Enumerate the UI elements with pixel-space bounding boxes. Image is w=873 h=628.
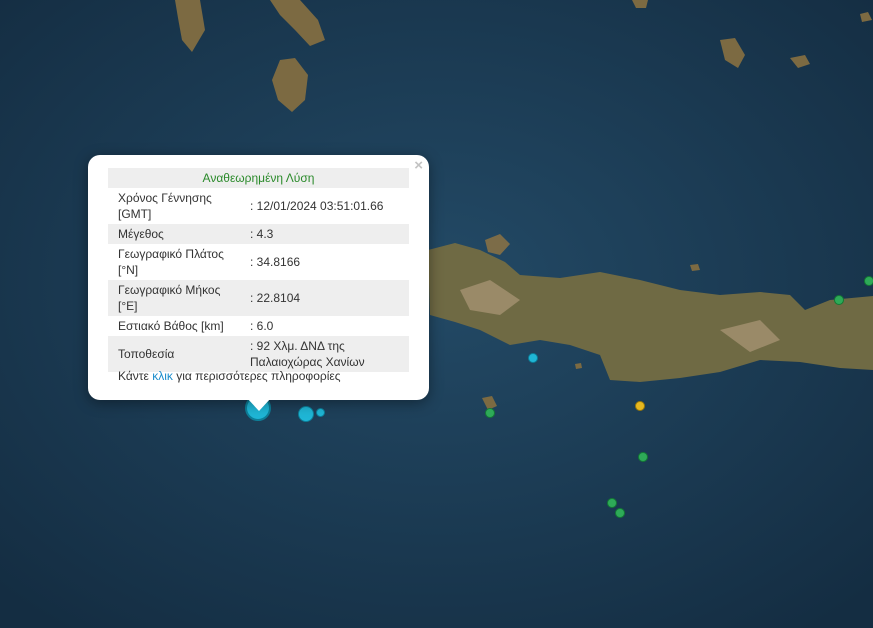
detail-value: : 92 Χλμ. ΔΝΔ της Παλαιοχώρας Χανίων <box>250 339 365 369</box>
detail-label: Γεωγραφικό Μήκος [°E] <box>118 283 221 313</box>
quake-marker-green[interactable] <box>615 508 625 518</box>
detail-row-origin-time: Χρόνος Γέννησης [GMT] : 12/01/2024 03:51… <box>108 188 409 224</box>
quake-marker-green[interactable] <box>834 295 844 305</box>
detail-value: : 34.8166 <box>250 255 301 269</box>
detail-value: : 4.3 <box>250 227 274 241</box>
popup-title: Αναθεωρημένη Λύση <box>108 168 409 188</box>
more-info-suffix: για περισσότερες πληροφορίες <box>172 369 341 383</box>
earthquake-details-table: Χρόνος Γέννησης [GMT] : 12/01/2024 03:51… <box>108 188 409 372</box>
quake-marker-cyan[interactable] <box>528 353 538 363</box>
detail-row-depth: Εστιακό Βάθος [km] : 6.0 <box>108 316 409 336</box>
more-info-link[interactable]: κλικ <box>152 369 173 383</box>
detail-value: : 12/01/2024 03:51:01.66 <box>250 199 384 213</box>
detail-label: Χρόνος Γέννησης [GMT] <box>118 191 212 221</box>
quake-marker-yellow[interactable] <box>635 401 645 411</box>
detail-row-longitude: Γεωγραφικό Μήκος [°E] : 22.8104 <box>108 280 409 316</box>
detail-label: Εστιακό Βάθος [km] <box>118 319 224 333</box>
quake-marker-green[interactable] <box>485 408 495 418</box>
close-icon[interactable]: × <box>414 158 423 174</box>
quake-marker-green[interactable] <box>864 276 873 286</box>
quake-marker-green[interactable] <box>607 498 617 508</box>
popup-pointer <box>247 398 271 411</box>
quake-marker-cyan[interactable] <box>316 408 325 417</box>
more-info-text: Κάντε κλικ για περισσότερες πληροφορίες <box>118 369 341 383</box>
more-info-prefix: Κάντε <box>118 369 153 383</box>
detail-label: Μέγεθος <box>118 227 164 241</box>
detail-row-latitude: Γεωγραφικό Πλάτος [°N] : 34.8166 <box>108 244 409 280</box>
detail-row-magnitude: Μέγεθος : 4.3 <box>108 224 409 244</box>
detail-row-location: Τοποθεσία : 92 Χλμ. ΔΝΔ της Παλαιοχώρας … <box>108 336 409 372</box>
islet-2 <box>575 363 582 369</box>
quake-marker-green[interactable] <box>638 452 648 462</box>
detail-value: : 22.8104 <box>250 291 301 305</box>
detail-label: Γεωγραφικό Πλάτος [°N] <box>118 247 224 277</box>
quake-marker-cyan[interactable] <box>298 406 314 422</box>
earthquake-info-popup: × Αναθεωρημένη Λύση Χρόνος Γέννησης [GMT… <box>88 155 429 400</box>
detail-label: Τοποθεσία <box>118 347 175 361</box>
detail-value: : 6.0 <box>250 319 274 333</box>
